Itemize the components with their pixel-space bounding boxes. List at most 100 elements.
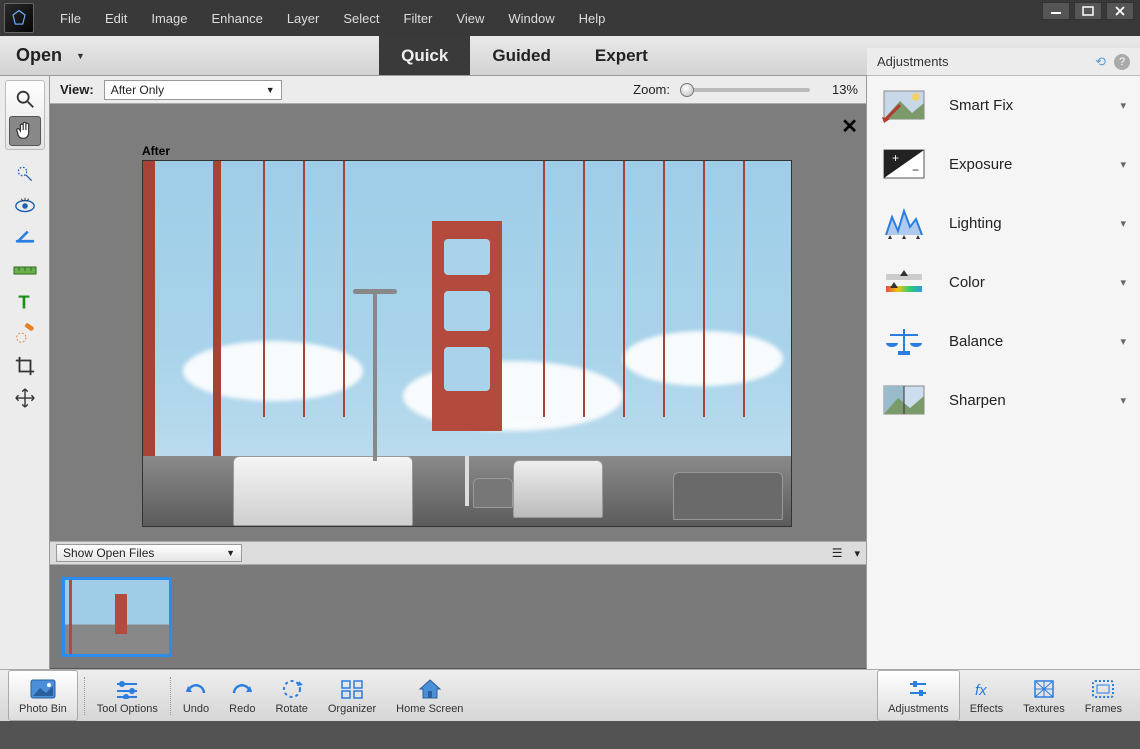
tb-label: Rotate xyxy=(275,703,307,715)
tb-label: Frames xyxy=(1085,703,1122,715)
menu-edit[interactable]: Edit xyxy=(93,5,139,32)
taskbar: Photo Bin Tool Options Undo Redo Rotate … xyxy=(0,669,1140,721)
undo-button[interactable]: Undo xyxy=(173,670,219,721)
adj-color[interactable]: Color ▾ xyxy=(867,253,1140,312)
view-label: View: xyxy=(60,82,94,97)
photobin-button[interactable]: Photo Bin xyxy=(8,670,78,721)
organizer-icon xyxy=(340,676,364,702)
tooloptions-icon xyxy=(114,676,140,702)
zoom-tool[interactable] xyxy=(9,84,41,114)
quick-select-tool[interactable] xyxy=(9,159,41,189)
main: T View: After Only ▼ Zoom: 13% xyxy=(0,76,1140,669)
whiten-tool[interactable] xyxy=(9,223,41,253)
tooloptions-button[interactable]: Tool Options xyxy=(87,670,168,721)
adjustments-tab-button[interactable]: Adjustments xyxy=(877,670,960,721)
redeye-tool[interactable] xyxy=(9,191,41,221)
rotate-button[interactable]: Rotate xyxy=(265,670,317,721)
adjustments-header: Adjustments ⟲ ? xyxy=(867,48,1140,76)
right-panel: Adjustments ⟲ ? Smart Fix ▾ +− Exposure … xyxy=(866,76,1140,669)
adj-smartfix[interactable]: Smart Fix ▾ xyxy=(867,76,1140,135)
open-button[interactable]: Open ▼ xyxy=(0,36,111,75)
open-label: Open xyxy=(16,45,62,66)
after-label: After xyxy=(142,144,856,158)
tool-column: T xyxy=(0,76,50,669)
svg-text:+: + xyxy=(892,151,899,165)
menu-layer[interactable]: Layer xyxy=(275,5,332,32)
menu-window[interactable]: Window xyxy=(496,5,566,32)
close-button[interactable] xyxy=(1106,2,1134,20)
bin-menu-icon[interactable]: ☰ xyxy=(832,546,843,560)
svg-text:−: − xyxy=(912,163,919,177)
move-tool[interactable] xyxy=(9,383,41,413)
exposure-icon: +− xyxy=(881,145,927,183)
redo-button[interactable]: Redo xyxy=(219,670,265,721)
reset-icon[interactable]: ⟲ xyxy=(1095,54,1106,70)
text-tool[interactable]: T xyxy=(9,287,41,317)
chevron-down-icon: ▼ xyxy=(226,548,235,558)
canvas-wrap: View: After Only ▼ Zoom: 13% ✕ After xyxy=(50,76,866,669)
tab-quick[interactable]: Quick xyxy=(379,36,470,75)
view-dropdown[interactable]: After Only ▼ xyxy=(104,80,282,100)
crop-tool[interactable] xyxy=(9,351,41,381)
maximize-button[interactable] xyxy=(1074,2,1102,20)
adj-sharpen[interactable]: Sharpen ▾ xyxy=(867,371,1140,430)
menu-image[interactable]: Image xyxy=(139,5,199,32)
tab-expert[interactable]: Expert xyxy=(573,36,670,75)
minimize-button[interactable] xyxy=(1042,2,1070,20)
chevron-down-icon: ▼ xyxy=(76,51,85,61)
organizer-button[interactable]: Organizer xyxy=(318,670,386,721)
frames-icon xyxy=(1091,676,1115,702)
chevron-down-icon: ▼ xyxy=(266,85,275,95)
textures-tab-button[interactable]: Textures xyxy=(1013,670,1075,721)
straighten-tool[interactable] xyxy=(9,255,41,285)
zoom-label: Zoom: xyxy=(633,82,670,97)
tab-guided[interactable]: Guided xyxy=(470,36,573,75)
adj-label: Lighting xyxy=(949,215,1002,232)
adj-label: Color xyxy=(949,274,985,291)
photo-canvas[interactable] xyxy=(142,160,792,527)
balance-icon xyxy=(881,322,927,360)
menu-select[interactable]: Select xyxy=(331,5,391,32)
menu-filter[interactable]: Filter xyxy=(392,5,445,32)
bin-thumbnail[interactable] xyxy=(62,577,172,657)
view-value: After Only xyxy=(111,83,164,97)
hand-tool[interactable] xyxy=(9,116,41,146)
bin-dropdown[interactable]: Show Open Files ▼ xyxy=(56,544,242,562)
chevron-down-icon: ▾ xyxy=(1120,99,1126,112)
adjustments-icon xyxy=(907,676,929,702)
photo-bin xyxy=(50,565,866,669)
chevron-down-icon: ▾ xyxy=(1120,217,1126,230)
effects-tab-button[interactable]: fx Effects xyxy=(960,670,1013,721)
slider-thumb[interactable] xyxy=(680,83,694,97)
adj-exposure[interactable]: +− Exposure ▾ xyxy=(867,135,1140,194)
adj-label: Smart Fix xyxy=(949,97,1013,114)
chevron-down-icon: ▾ xyxy=(1120,158,1126,171)
spot-heal-tool[interactable] xyxy=(9,319,41,349)
zoom-slider[interactable] xyxy=(680,88,810,92)
adj-balance[interactable]: Balance ▾ xyxy=(867,312,1140,371)
bin-collapse-icon[interactable]: ▾ xyxy=(854,547,860,560)
zoom-value: 13% xyxy=(820,82,858,97)
help-icon[interactable]: ? xyxy=(1114,54,1130,70)
options-bar: View: After Only ▼ Zoom: 13% xyxy=(50,76,866,104)
sharpen-icon xyxy=(881,381,927,419)
tb-label: Photo Bin xyxy=(19,703,67,715)
homescreen-button[interactable]: Home Screen xyxy=(386,670,473,721)
mode-tabs: Quick Guided Expert xyxy=(379,36,670,75)
frames-tab-button[interactable]: Frames xyxy=(1075,670,1132,721)
adj-label: Balance xyxy=(949,333,1003,350)
menu-file[interactable]: File xyxy=(48,5,93,32)
smartfix-icon xyxy=(881,86,927,124)
menu-help[interactable]: Help xyxy=(567,5,618,32)
photobin-icon xyxy=(30,676,56,702)
app-icon xyxy=(4,3,34,33)
chevron-down-icon: ▾ xyxy=(1120,276,1126,289)
adj-lighting[interactable]: Lighting ▾ xyxy=(867,194,1140,253)
close-document-button[interactable]: ✕ xyxy=(841,114,858,139)
adj-label: Exposure xyxy=(949,156,1012,173)
tb-label: Home Screen xyxy=(396,703,463,715)
titlebar: File Edit Image Enhance Layer Select Fil… xyxy=(0,0,1140,36)
menu-enhance[interactable]: Enhance xyxy=(200,5,275,32)
menu-view[interactable]: View xyxy=(444,5,496,32)
tb-label: Textures xyxy=(1023,703,1065,715)
